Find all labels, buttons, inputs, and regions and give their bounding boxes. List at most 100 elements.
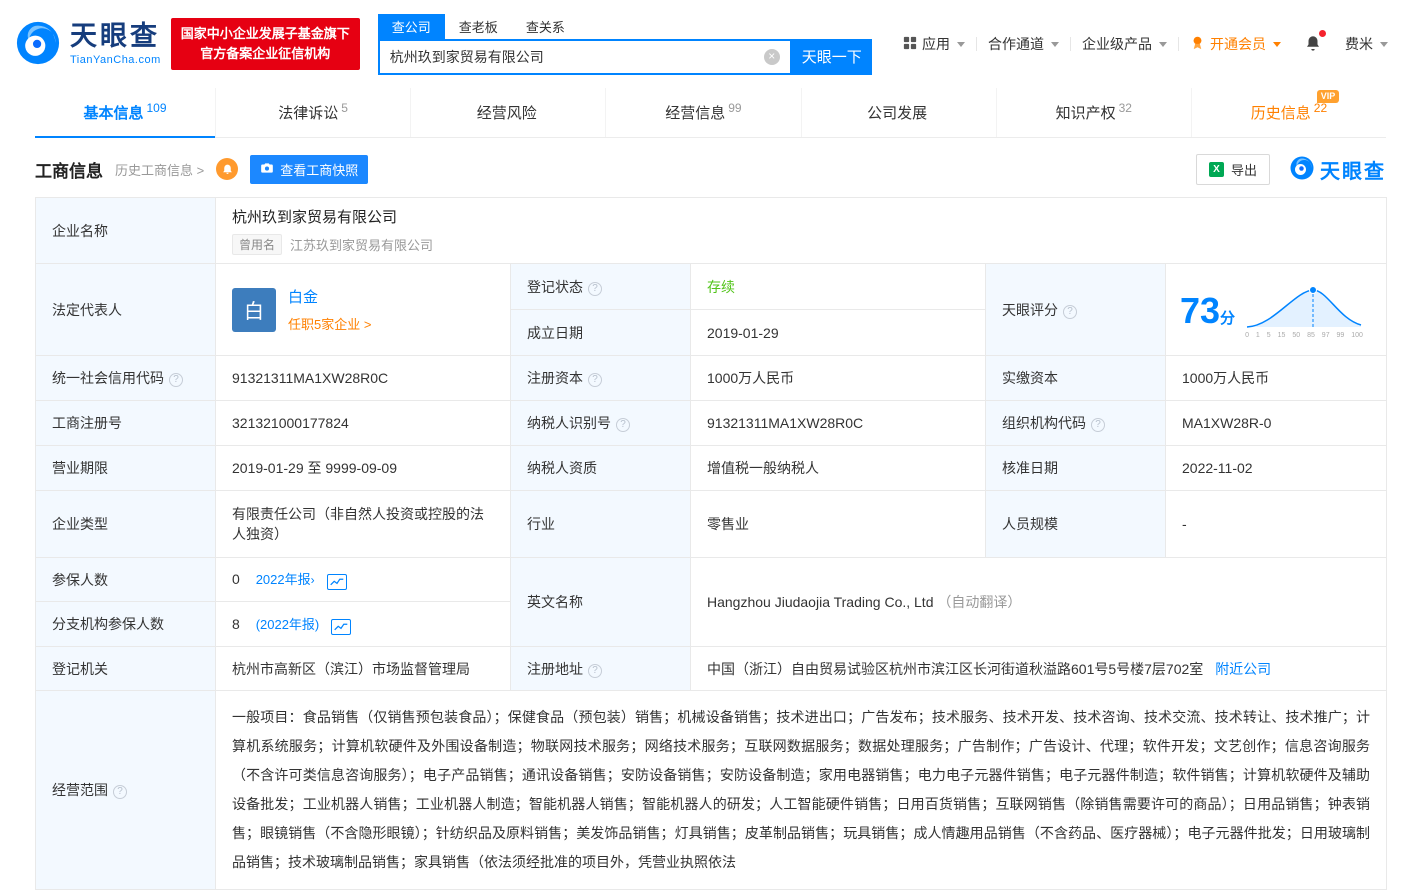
tab-basic-info[interactable]: 基本信息 109 [35,88,215,137]
tab-count: 109 [146,101,166,115]
search-button[interactable]: 天眼一下 [792,39,872,75]
nav-cooperation-label: 合作通道 [988,34,1044,54]
clear-search-icon[interactable]: × [764,49,780,65]
legal-rep-label: 法定代表人 [36,264,216,356]
credit-code-label: 统一社会信用代码 [52,370,164,386]
certification-badge-line1: 国家中小企业发展子基金旗下 [181,24,350,44]
reg-capital-value: 1000万人民币 [691,356,986,401]
monitor-bell-button[interactable] [216,158,238,180]
company-type-value: 有限责任公司（非自然人投资或控股的法人独资） [216,491,511,558]
trend-chart-icon[interactable] [331,619,351,635]
trend-chart-icon[interactable] [327,574,347,590]
tab-label: 知识产权 [1056,102,1116,123]
score-cell[interactable]: 73分 0151550859799100 [1166,264,1387,356]
english-name-value: Hangzhou Jiudaojia Trading Co., Ltd [707,594,933,610]
auto-translate-note: （自动翻译） [937,594,1021,610]
logo-title: 天眼查 [70,23,161,50]
tab-count: 5 [341,101,348,115]
annual-report-link[interactable]: (2022年报) [256,617,320,632]
taxpayer-id-label: 纳税人识别号 [527,415,611,431]
tab-legal-proceedings[interactable]: 法律诉讼 5 [215,88,410,137]
arrow-right-icon: › [311,573,315,587]
logo-domain: TianYanCha.com [70,54,161,66]
search-input-wrap: × [378,39,792,75]
reg-status-label-cell: 登记状态? [511,264,691,310]
search-tab-boss[interactable]: 查老板 [445,14,512,39]
top-nav: 应用 合作通道 企业级产品 开通会员 费米 [892,34,1399,55]
company-name-label: 企业名称 [36,198,216,264]
search-tab-relation[interactable]: 查关系 [512,14,579,39]
legal-rep-positions-link[interactable]: 任职5家企业 > [288,314,371,333]
reg-address-value: 中国（浙江）自由贸易试验区杭州市滨江区长河街道秋溢路601号5号楼7层702室 [707,661,1203,677]
help-icon[interactable]: ? [1063,305,1077,319]
tab-count: 99 [728,101,741,115]
approval-date-value: 2022-11-02 [1166,446,1387,491]
tianyancha-eye-icon [1290,156,1314,183]
industry-label: 行业 [511,491,691,558]
history-business-info-link[interactable]: 历史工商信息 > [115,160,204,179]
nav-apps-label: 应用 [922,34,950,54]
business-term-value: 2019-01-29 至 9999-09-09 [216,446,511,491]
export-button[interactable]: X 导出 [1196,154,1270,185]
tab-intellectual-property[interactable]: 知识产权 32 [996,88,1191,137]
chevron-down-icon [1159,42,1167,47]
nav-apps[interactable]: 应用 [892,34,976,54]
help-icon[interactable]: ? [588,373,602,387]
help-icon[interactable]: ? [113,785,127,799]
nav-user-menu[interactable]: 费米 [1334,34,1399,54]
search-block: 查公司 查老板 查关系 × 天眼一下 [378,14,872,75]
camera-icon [260,161,274,178]
reg-authority-value: 杭州市高新区（滨江）市场监督管理局 [216,647,511,691]
search-input[interactable] [390,49,764,65]
insured-count-value: 0 [232,571,240,587]
taxpayer-quality-label: 纳税人资质 [511,446,691,491]
nearby-companies-link[interactable]: 附近公司 [1215,661,1271,677]
legal-rep-name-link[interactable]: 白金 [288,286,371,307]
tab-label: 基本信息 [83,102,143,123]
section-title: 工商信息 [35,157,103,182]
legal-rep-avatar[interactable]: 白 [232,288,276,332]
nav-enterprise-products[interactable]: 企业级产品 [1071,34,1178,54]
help-icon[interactable]: ? [169,373,183,387]
taxpayer-id-value: 91321311MA1XW28R0C [691,401,986,446]
branch-insured-label: 分支机构参保人数 [36,602,216,647]
credit-code-value: 91321311MA1XW28R0C [216,356,511,401]
former-name-value[interactable]: 江苏玖到家贸易有限公司 [290,235,433,254]
tab-label: 经营风险 [477,102,537,123]
help-icon[interactable]: ? [588,282,602,296]
nav-open-vip[interactable]: 开通会员 [1179,34,1292,54]
excel-icon: X [1209,162,1224,177]
search-tab-company[interactable]: 查公司 [378,14,445,39]
score-unit: 分 [1220,310,1235,327]
notifications-bell[interactable] [1292,34,1334,55]
help-icon[interactable]: ? [588,664,602,678]
reg-status-value: 存续 [707,279,735,295]
certification-badge: 国家中小企业发展子基金旗下 官方备案企业征信机构 [171,18,360,70]
bell-icon [221,163,234,176]
chevron-down-icon [1051,42,1059,47]
help-icon[interactable]: ? [1091,418,1105,432]
site-logo[interactable]: 天眼查 TianYanCha.com [16,21,161,68]
tab-history-info[interactable]: 历史信息 VIP 22 [1191,88,1386,137]
view-business-snapshot-button[interactable]: 查看工商快照 [250,155,368,184]
nav-enterprise-label: 企业级产品 [1082,34,1152,54]
nav-cooperation[interactable]: 合作通道 [977,34,1070,54]
tab-company-development[interactable]: 公司发展 [801,88,996,137]
industry-value: 零售业 [691,491,986,558]
org-code-label-cell: 组织机构代码? [986,401,1166,446]
tab-operating-risk[interactable]: 经营风险 [410,88,605,137]
tab-business-info[interactable]: 经营信息 99 [605,88,800,137]
reg-capital-label: 注册资本 [527,370,583,386]
username: 费米 [1345,34,1373,54]
branch-insured-cell: 8 (2022年报) [216,602,511,647]
taxpayer-id-label-cell: 纳税人识别号? [511,401,691,446]
annual-report-link[interactable]: 2022年报› [256,572,315,587]
apps-grid-icon [903,36,917,53]
site-header: 天眼查 TianYanCha.com 国家中小企业发展子基金旗下 官方备案企业征… [0,0,1421,88]
staff-size-value: - [1166,491,1387,558]
reg-capital-label-cell: 注册资本? [511,356,691,401]
help-icon[interactable]: ? [616,418,630,432]
vip-medal-icon [1190,35,1205,53]
chevron-down-icon [1380,42,1388,47]
reg-status-label: 登记状态 [527,279,583,295]
